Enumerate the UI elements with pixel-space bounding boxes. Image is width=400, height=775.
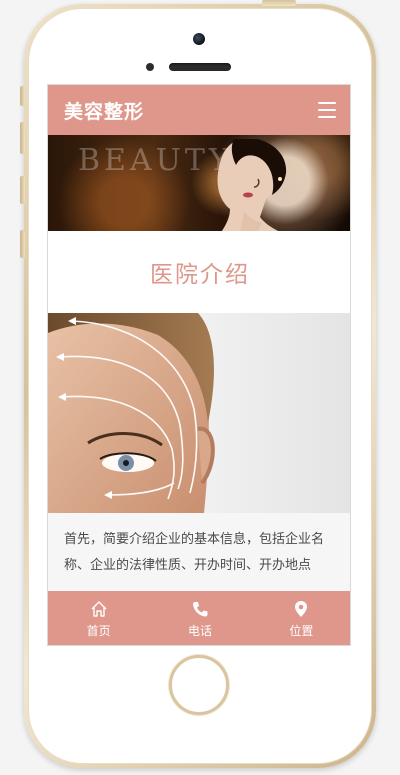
intro-text-section: 首先，简要介绍企业的基本信息，包括企业名称、企业的法律性质、开办时间、开办地点 [48, 513, 350, 591]
front-camera [193, 33, 205, 45]
footer-home-label: 首页 [86, 623, 111, 638]
home-icon [91, 600, 107, 617]
face-lift-illustration [48, 313, 215, 513]
phone-screen: 美容整形 BEAUTY 医院介绍 首先，简要介绍企业的基本信息，包括企业名称、企… [47, 84, 351, 646]
proximity-sensor [146, 63, 154, 71]
section-title: 医院介绍 [150, 262, 250, 288]
intro-image[interactable] [48, 313, 350, 513]
hero-banner[interactable]: BEAUTY [48, 135, 350, 231]
footer-location[interactable]: 位置 [251, 591, 350, 645]
bottom-nav: 首页 电话 位置 [48, 591, 350, 645]
phone-volume-up-button [20, 122, 25, 154]
location-pin-icon [295, 600, 308, 617]
section-header: 医院介绍 [48, 231, 350, 313]
footer-phone-label: 电话 [187, 623, 212, 638]
phone-volume-down-button [20, 176, 25, 204]
phone-power-button [262, 0, 296, 6]
intro-paragraph: 首先，简要介绍企业的基本信息，包括企业名称、企业的法律性质、开办时间、开办地点 [64, 532, 325, 573]
earpiece-speaker [169, 63, 231, 71]
phone-icon [192, 601, 208, 616]
woman-portrait-image [217, 139, 287, 231]
footer-phone[interactable]: 电话 [149, 591, 250, 645]
footer-home[interactable]: 首页 [48, 591, 149, 645]
phone-mute-switch [20, 86, 25, 106]
site-title[interactable]: 美容整形 [64, 97, 144, 124]
top-header: 美容整形 [48, 85, 350, 135]
footer-location-label: 位置 [289, 623, 314, 638]
hamburger-menu-icon[interactable] [318, 102, 336, 118]
phone-side-button [20, 230, 25, 258]
home-button[interactable] [169, 655, 229, 715]
